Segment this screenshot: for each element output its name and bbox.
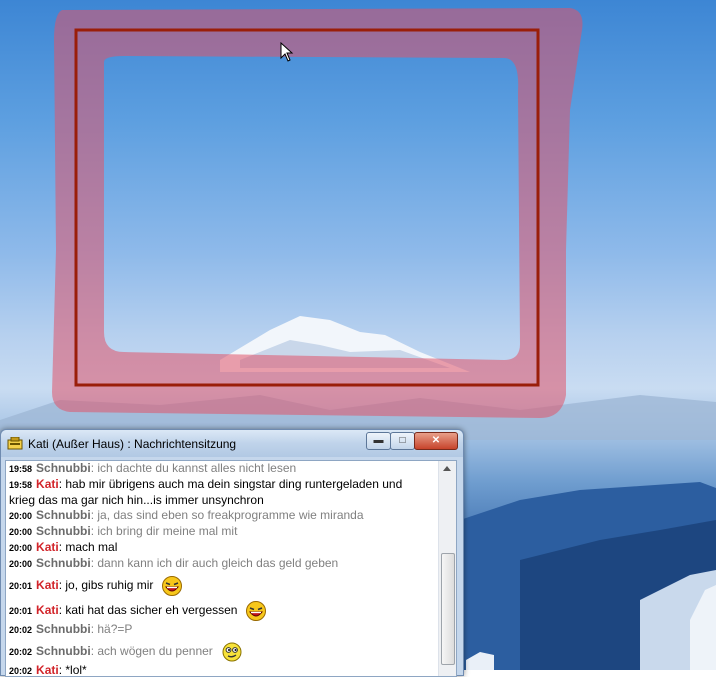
message-history[interactable]: 19:58 Schnubbi: ich dachte du kannst alle… [5,460,457,677]
message-text: dann kann ich dir auch gleich das geld g… [97,556,339,570]
message-row: 20:01 Kati: kati hat das sicher eh verges… [6,600,438,622]
scroll-up-arrow-icon[interactable] [443,466,451,471]
message-text: kati hat das sicher eh vergessen [65,603,238,618]
message-timestamp: 20:01 [9,606,33,617]
chat-window: Kati (Außer Haus) : Nachrichtensitzung ▬… [0,429,464,677]
message-timestamp: 20:02 [9,647,33,658]
message-row: 19:58 Kati: hab mir übrigens auch ma dein… [9,477,403,507]
message-row: 19:58 Schnubbi: ich dachte du kannst alle… [9,461,297,475]
minimize-button[interactable]: ▬ [366,432,391,450]
maximize-button[interactable]: □ [390,432,415,450]
scrollbar-thumb[interactable] [441,553,455,665]
message-row: 20:00 Schnubbi: ich bring dir meine mal m… [9,524,238,538]
message-timestamp: 20:00 [9,559,33,569]
message-row: 20:00 Schnubbi: ja, das sind eben so frea… [9,508,364,522]
message-sender: Kati [36,477,59,491]
mouse-pointer-icon [280,42,294,62]
message-row: 20:00 Schnubbi: dann kann ich dir auch gl… [9,556,339,570]
message-sender: Schnubbi [36,508,91,522]
messenger-icon [7,437,23,450]
winking-emoticon [222,642,242,662]
message-timestamp: 20:00 [9,543,33,553]
window-title: Kati (Außer Haus) : Nachrichtensitzung [28,437,237,451]
message-timestamp: 19:58 [9,464,33,474]
message-text: ach wögen du penner [97,644,213,659]
message-sender: Schnubbi [36,622,91,636]
message-text: ja, das sind eben so freakprogramme wie … [97,508,364,522]
message-list: 19:58 Schnubbi: ich dachte du kannst alle… [6,461,438,676]
message-timestamp: 19:58 [9,480,33,490]
message-row: 20:02 Schnubbi: ach wögen du penner [6,641,438,663]
message-text: ich dachte du kannst alles nicht lesen [97,461,297,475]
message-timestamp: 20:01 [9,581,33,592]
message-sender: Schnubbi [36,644,91,659]
message-sender: Schnubbi [36,461,91,475]
message-timestamp: 20:02 [9,666,33,676]
window-titlebar[interactable]: Kati (Außer Haus) : Nachrichtensitzung ▬… [1,430,463,457]
message-text: jo, gibs ruhig mir [65,578,154,593]
message-timestamp: 20:00 [9,511,33,521]
message-text: hab mir übrigens auch ma dein singstar d… [9,477,403,507]
message-text: hä?=P [97,622,133,636]
message-sender: Schnubbi [36,524,91,538]
message-sender: Kati [36,578,59,593]
message-text: mach mal [65,540,118,554]
close-button[interactable]: ✕ [414,432,458,450]
vertical-scrollbar[interactable] [438,461,456,676]
message-row: 20:01 Kati: jo, gibs ruhig mir [6,575,438,597]
laughing-emoticon [246,601,267,621]
message-text: ich bring dir meine mal mit [97,524,238,538]
selection-rectangle [74,28,540,387]
message-sender: Schnubbi [36,556,91,570]
message-sender: Kati [36,540,59,554]
message-timestamp: 20:00 [9,527,33,537]
laughing-emoticon [162,576,183,596]
message-timestamp: 20:02 [9,625,33,635]
message-sender: Kati [36,603,59,618]
message-row: 20:00 Kati: mach mal [9,540,118,554]
message-row: 20:02 Schnubbi: hä?=P [9,622,133,636]
